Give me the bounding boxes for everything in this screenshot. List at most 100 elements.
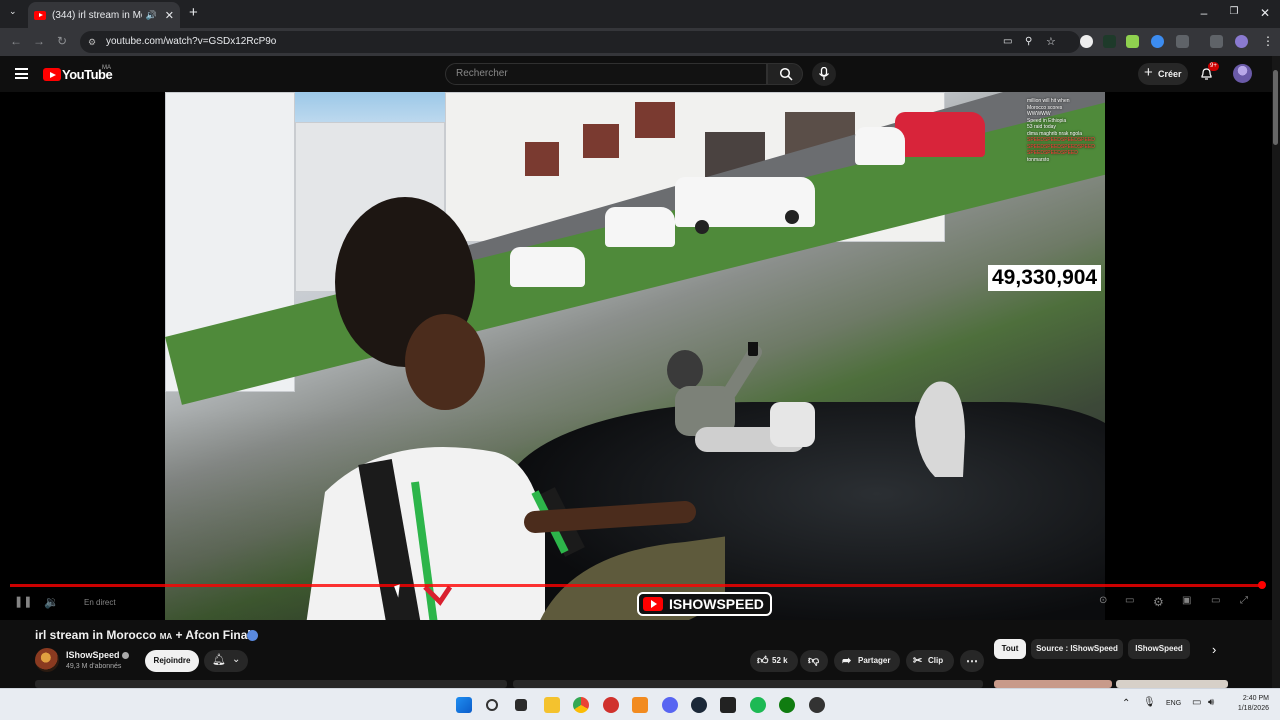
video-wheel — [785, 210, 799, 224]
tab-close-icon[interactable]: ✕ — [165, 9, 174, 22]
cast-icon[interactable]: ▭ — [1003, 31, 1012, 53]
site-info-icon[interactable]: ⚙ — [88, 31, 96, 53]
video-title: irl stream in Morocco MA + Afcon Final — [35, 628, 251, 642]
video-car — [855, 127, 905, 165]
fullscreen-icon[interactable]: ⤢ — [1240, 595, 1248, 606]
more-actions-button[interactable]: ⋯ — [960, 650, 984, 672]
bookmark-star-icon[interactable]: ☆ — [1046, 31, 1056, 53]
windows-taskbar: ⌃ 🎙︎ ENG ▭ 🔊︎ 2:40 PM 1/18/2026 — [0, 688, 1280, 720]
app-dark-icon[interactable] — [720, 697, 736, 713]
reading-list-icon[interactable] — [1210, 35, 1223, 48]
extension-4-icon[interactable] — [1151, 35, 1164, 48]
tray-chevron-up-icon[interactable]: ⌃ — [1122, 698, 1130, 709]
video-frame[interactable]: million will hit when Morocco scores WWWWW… — [165, 92, 1105, 620]
autoplay-toggle-icon[interactable]: ⊙ — [1099, 595, 1107, 606]
search-input[interactable]: Rechercher — [445, 63, 767, 85]
share-button[interactable]: ➦ Partager — [834, 650, 900, 672]
profile-avatar-icon[interactable] — [1235, 35, 1248, 48]
video-window — [583, 124, 619, 158]
file-explorer-icon[interactable] — [544, 697, 560, 713]
clip-button[interactable]: ✂ Clip — [906, 650, 954, 672]
settings-gear-icon[interactable]: ⚙ — [1153, 595, 1164, 609]
pause-icon[interactable]: ❚❚ — [14, 595, 32, 608]
system-clock[interactable]: 2:40 PM 1/18/2026 — [1227, 694, 1269, 714]
clock-time: 2:40 PM — [1242, 695, 1269, 702]
page-scrollbar[interactable] — [1272, 56, 1280, 688]
chip-channel[interactable]: IShowSpeed — [1128, 639, 1190, 659]
discord-icon[interactable] — [662, 697, 678, 713]
steam-icon[interactable] — [691, 697, 707, 713]
address-bar[interactable]: ⚙ youtube.com/watch?v=GSDx12RcP9o ▭ ⚲ ☆ — [80, 31, 1080, 53]
share-label: Partager — [858, 656, 891, 665]
extensions-puzzle-icon[interactable] — [1176, 35, 1189, 48]
chevron-down-icon: ⌄ — [232, 654, 241, 665]
join-button[interactable]: Rejoindre — [145, 650, 199, 672]
voice-search-button[interactable] — [812, 62, 836, 86]
channel-avatar[interactable] — [35, 648, 59, 672]
tab-audio-icon[interactable]: 🔊 — [146, 10, 157, 21]
dislike-button[interactable]: 👎︎ — [800, 650, 828, 672]
chip-all[interactable]: Tout — [994, 639, 1026, 659]
more-dots-icon: ⋯ — [966, 654, 978, 668]
xbox-icon[interactable] — [779, 697, 795, 713]
video-car — [895, 112, 985, 157]
volume-icon[interactable]: 🔉 — [44, 595, 59, 609]
like-count: 52 k — [772, 656, 788, 665]
reload-icon[interactable]: ↻ — [57, 34, 67, 48]
keyboard-language[interactable]: ENG — [1166, 700, 1181, 707]
taskbar-search-icon[interactable] — [486, 699, 498, 711]
extension-3-icon[interactable] — [1126, 35, 1139, 48]
spotify-icon[interactable] — [750, 697, 766, 713]
search-button[interactable] — [767, 63, 803, 85]
subtitles-icon[interactable]: ▭ — [1125, 595, 1134, 606]
video-title-text: irl stream in Morocco — [35, 628, 157, 642]
task-view-icon[interactable] — [515, 699, 527, 711]
miniplayer-icon[interactable]: ▣ — [1182, 595, 1191, 606]
tab-list-chevron-icon[interactable]: ⌄ — [9, 6, 17, 17]
forward-arrow-icon[interactable]: → — [33, 34, 45, 48]
page-scrollbar-thumb[interactable] — [1273, 70, 1278, 145]
browser-menu-icon[interactable]: ⋮ — [1262, 34, 1274, 48]
chrome-icon[interactable] — [573, 697, 589, 713]
subscription-notification-button[interactable]: 🔔︎ ⌄ — [204, 650, 248, 672]
thumbs-up-icon: 👍︎ — [757, 655, 769, 667]
recommended-thumbnail[interactable] — [1116, 680, 1228, 688]
zoom-icon[interactable]: ⚲ — [1025, 31, 1032, 53]
live-indicator[interactable]: En direct — [84, 598, 116, 607]
tray-display-icon[interactable]: ▭ — [1192, 697, 1201, 708]
user-avatar[interactable] — [1233, 64, 1252, 83]
share-arrow-icon: ➦ — [842, 655, 852, 667]
like-button[interactable]: 👍︎ 52 k — [750, 650, 798, 672]
chip-source[interactable]: Source : IShowSpeed — [1031, 639, 1123, 659]
channel-name[interactable]: IShowSpeed — [66, 650, 120, 660]
extension-1-icon[interactable] — [1080, 35, 1093, 48]
chips-next-chevron-icon[interactable]: › — [1212, 642, 1216, 657]
new-tab-button[interactable]: + — [189, 4, 198, 21]
create-button[interactable]: Créer — [1138, 62, 1188, 85]
tray-microphone-icon[interactable]: 🎙︎ — [1143, 697, 1156, 708]
window-restore-button[interactable]: ❐ — [1226, 6, 1242, 17]
progress-bar[interactable] — [10, 584, 1262, 587]
windows-start-icon[interactable] — [456, 697, 472, 713]
back-arrow-icon[interactable]: ← — [10, 34, 22, 48]
progress-scrubber-handle[interactable] — [1258, 581, 1266, 589]
app-orange-icon[interactable] — [632, 697, 648, 713]
scissors-icon: ✂ — [913, 655, 923, 667]
subscriber-count: 49,3 M d'abonnés — [66, 663, 122, 670]
stream-chat-overlay: million will hit when Morocco scores WWWWW… — [1027, 98, 1105, 163]
chat-line: tonmarsto — [1027, 156, 1050, 163]
app-black-icon[interactable] — [809, 697, 825, 713]
browser-tab-strip: ⌄ (344) irl stream in Morocco 🔊 ✕ + – ❐ … — [0, 0, 1280, 28]
menu-hamburger-icon[interactable] — [15, 68, 28, 79]
extension-2-icon[interactable] — [1103, 35, 1116, 48]
app-red-circle-icon[interactable] — [603, 697, 619, 713]
cast-to-tv-icon[interactable]: ▭ — [1211, 595, 1220, 606]
search-icon — [779, 67, 793, 81]
tray-volume-icon[interactable]: 🔊︎ — [1208, 697, 1214, 708]
video-player[interactable]: million will hit when Morocco scores WWWWW… — [0, 92, 1272, 620]
youtube-logo-icon[interactable] — [43, 68, 61, 81]
recommended-thumbnail[interactable] — [994, 680, 1112, 688]
window-close-button[interactable]: ✕ — [1257, 6, 1273, 20]
browser-tab-active[interactable]: (344) irl stream in Morocco 🔊 ✕ — [28, 2, 180, 28]
window-minimize-button[interactable]: – — [1196, 6, 1212, 20]
